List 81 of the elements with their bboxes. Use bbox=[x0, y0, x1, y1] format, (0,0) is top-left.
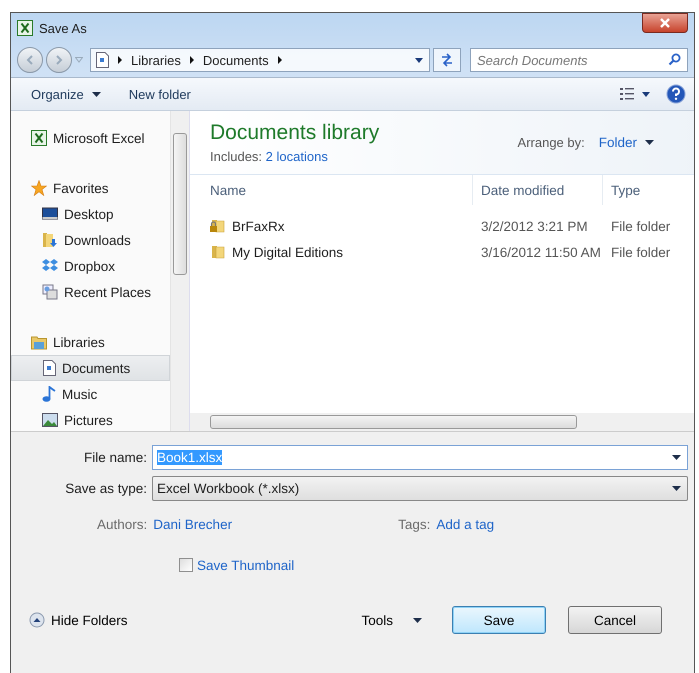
document-icon bbox=[43, 360, 56, 376]
sidebar-item[interactable]: Downloads bbox=[11, 227, 170, 253]
folder-arrow-icon bbox=[42, 232, 58, 248]
authors-link[interactable]: Dani Brecher bbox=[153, 516, 232, 532]
star-icon bbox=[31, 180, 47, 196]
view-options-icon[interactable] bbox=[620, 88, 650, 100]
column-header[interactable]: Name bbox=[190, 175, 473, 205]
collapse-icon bbox=[29, 612, 45, 628]
organize-button[interactable]: Organize bbox=[25, 82, 107, 106]
refresh-button[interactable] bbox=[433, 48, 461, 72]
window-title: Save As bbox=[39, 20, 87, 36]
forward-button[interactable] bbox=[46, 47, 72, 73]
sidebar-group[interactable]: Favorites bbox=[11, 175, 170, 201]
caret-icon[interactable] bbox=[75, 57, 83, 63]
field-label: File name: bbox=[82, 450, 148, 465]
file-row[interactable]: BrFaxRx 3/2/2012 3:21 PM File folder bbox=[190, 213, 694, 239]
file-type-dropdown[interactable]: Excel Workbook (*.xlsx) bbox=[152, 476, 688, 501]
monitor-icon bbox=[42, 206, 58, 222]
caret-icon bbox=[672, 486, 681, 491]
sidebar-item[interactable]: Recent Places bbox=[11, 279, 170, 305]
search-field[interactable]: Search Documents bbox=[470, 48, 688, 72]
sidebar-item[interactable]: Documents bbox=[11, 355, 170, 381]
library-icon bbox=[31, 334, 47, 350]
back-button[interactable] bbox=[17, 47, 43, 73]
tags-label: Tags: bbox=[398, 516, 430, 532]
library-title: Documents library bbox=[210, 121, 380, 145]
close-button[interactable] bbox=[642, 13, 688, 33]
save-button[interactable]: Save bbox=[452, 606, 546, 634]
box-icon bbox=[42, 258, 58, 274]
picture-icon bbox=[42, 413, 58, 427]
folder-icon bbox=[210, 244, 226, 260]
music-note-icon bbox=[42, 386, 56, 402]
sidebar-group[interactable]: Microsoft Excel bbox=[11, 125, 170, 151]
locations-link[interactable]: 2 locations bbox=[266, 149, 328, 164]
address-bar[interactable]: Libraries Documents bbox=[90, 48, 430, 72]
date-modified: 3/2/2012 3:21 PM bbox=[480, 218, 589, 234]
sidebar-item[interactable]: Desktop bbox=[11, 201, 170, 227]
date-modified: 3/16/2012 11:50 AM bbox=[480, 244, 602, 260]
spreadsheet-icon bbox=[17, 20, 33, 36]
chevron-icon bbox=[188, 56, 195, 64]
search-icon bbox=[668, 53, 681, 66]
horizontal-scrollbar[interactable] bbox=[190, 413, 694, 431]
hide-folders-button[interactable]: Hide Folders bbox=[29, 612, 128, 628]
spreadsheet-icon bbox=[31, 130, 47, 146]
sidebar-item[interactable]: Pictures bbox=[11, 407, 170, 431]
new-folder-button[interactable]: New folder bbox=[122, 82, 197, 106]
file-name: BrFaxRx bbox=[232, 218, 285, 234]
tools-button[interactable]: Tools bbox=[355, 612, 428, 628]
field-label: Save as type: bbox=[64, 481, 148, 496]
file-row[interactable]: My Digital Editions 3/16/2012 11:50 AM File folder bbox=[190, 239, 694, 265]
help-icon[interactable] bbox=[666, 84, 686, 104]
recent-places-icon bbox=[42, 284, 58, 300]
sidebar-group[interactable]: Libraries bbox=[11, 329, 170, 355]
document-icon bbox=[96, 52, 109, 68]
arrange-label: Arrange by: bbox=[518, 135, 585, 150]
sidebar-item[interactable]: Music bbox=[11, 381, 170, 407]
file-name: My Digital Editions bbox=[232, 244, 344, 260]
authors-label: Authors: bbox=[97, 516, 148, 532]
chevron-icon bbox=[117, 56, 123, 64]
sidebar-item[interactable]: Dropbox bbox=[11, 253, 170, 279]
includes-label: Includes: bbox=[210, 149, 262, 164]
chevron-icon bbox=[276, 56, 283, 64]
file-type: File folder bbox=[610, 218, 672, 234]
breadcrumb-item[interactable]: Documents bbox=[202, 52, 269, 68]
checkbox[interactable] bbox=[179, 558, 193, 572]
caret-icon bbox=[92, 92, 101, 96]
file-type: File folder bbox=[610, 244, 672, 260]
column-header[interactable]: Date modified bbox=[473, 175, 603, 205]
caret-icon bbox=[413, 618, 422, 622]
close-icon bbox=[660, 18, 670, 28]
column-header[interactable]: Type bbox=[603, 175, 694, 205]
tags-link[interactable]: Add a tag bbox=[436, 516, 494, 532]
breadcrumb-item[interactable]: Libraries bbox=[131, 52, 181, 68]
checkbox-label[interactable]: Save Thumbnail bbox=[197, 558, 294, 572]
vertical-scrollbar[interactable] bbox=[170, 111, 189, 431]
arrange-dropdown[interactable]: Folder bbox=[598, 135, 654, 150]
caret-icon bbox=[645, 140, 654, 145]
refresh-icon bbox=[440, 53, 454, 67]
caret-icon bbox=[672, 455, 681, 460]
dropdown-caret-icon[interactable] bbox=[415, 58, 423, 62]
cancel-button[interactable]: Cancel bbox=[568, 606, 662, 634]
